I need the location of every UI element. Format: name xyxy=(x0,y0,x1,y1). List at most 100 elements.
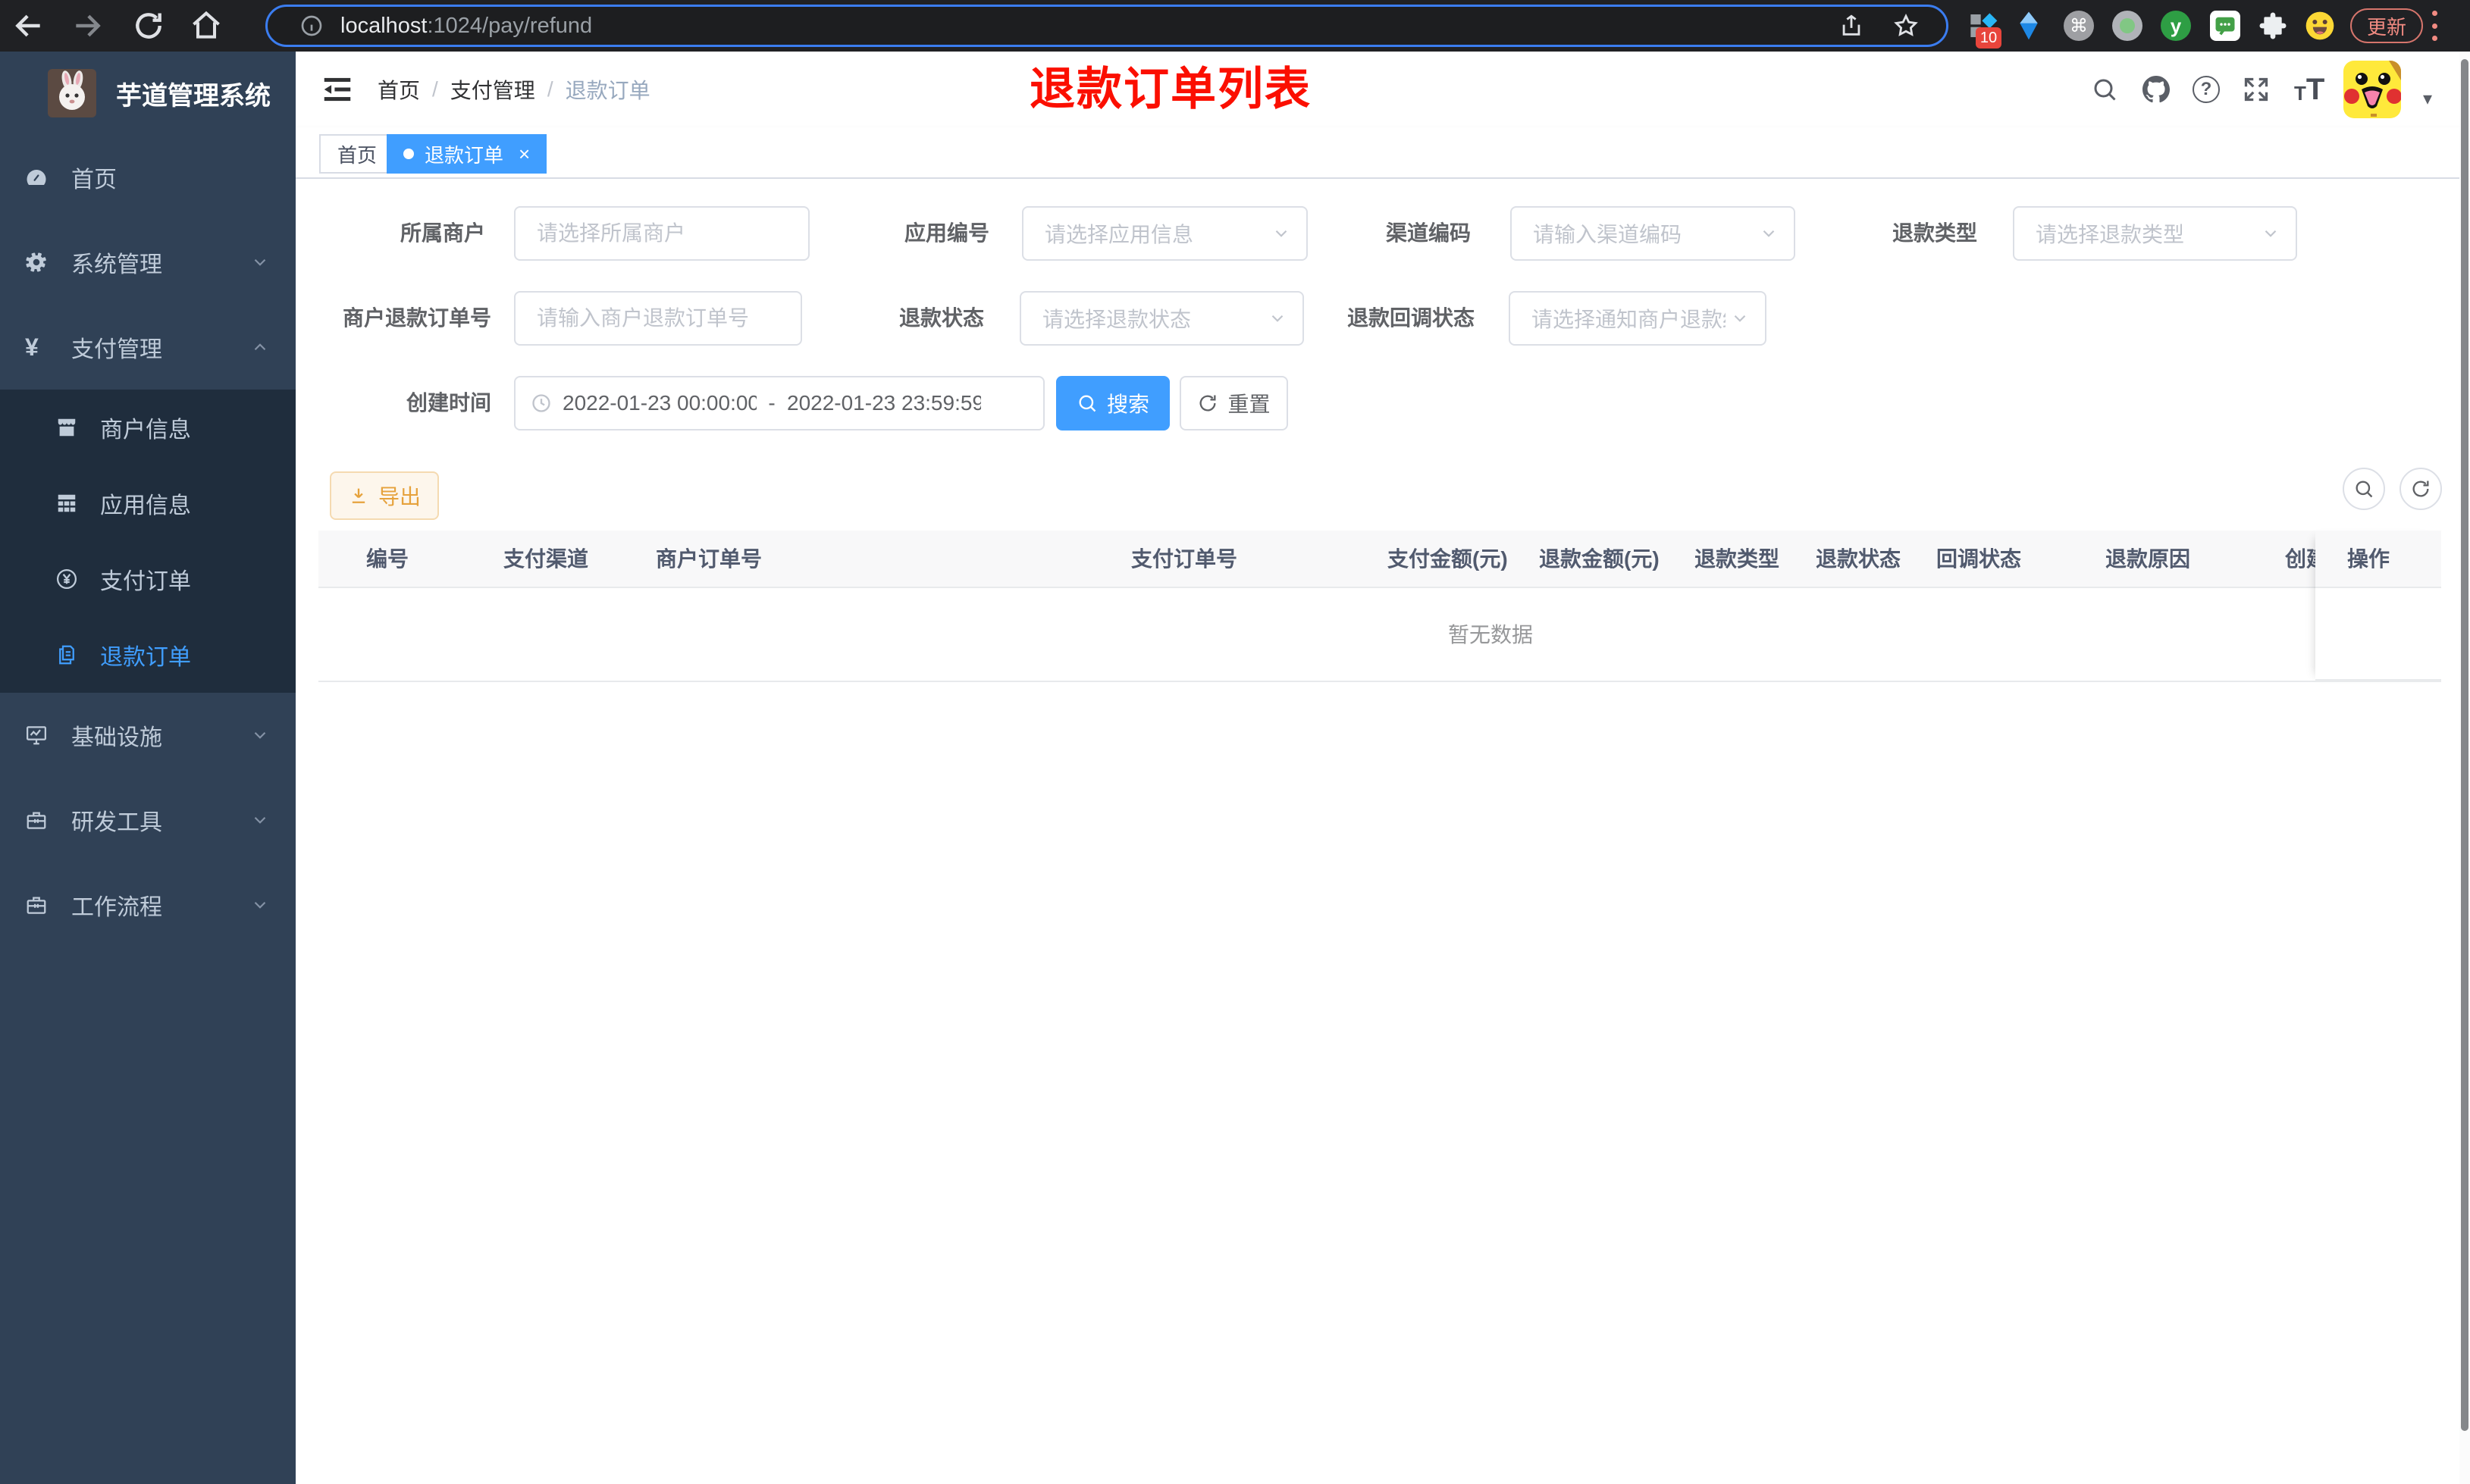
browser-toolbar: localhost:1024/pay/refund 10 ⌘ y 更新 xyxy=(0,0,2470,52)
help-icon[interactable]: ? xyxy=(2193,76,2220,103)
sidebar-item-system[interactable]: 系统管理 xyxy=(0,220,296,305)
refund-type-select[interactable]: 请选择退款类型 xyxy=(2013,206,2297,261)
search-icon xyxy=(2356,481,2373,498)
browser-home-button[interactable] xyxy=(190,9,223,42)
sidebar-item-infra[interactable]: 基础设施 xyxy=(0,693,296,778)
url-path: :1024/pay/refund xyxy=(427,13,593,38)
sidebar-item-app-info[interactable]: 应用信息 xyxy=(0,465,296,541)
chevron-down-icon xyxy=(250,895,270,915)
page-scrollbar[interactable] xyxy=(2459,52,2470,1484)
extension-tabs-badge[interactable]: 10 xyxy=(1968,11,2001,49)
dashboard-icon xyxy=(25,166,48,189)
home-icon xyxy=(193,11,220,39)
close-icon[interactable]: × xyxy=(519,142,530,166)
chevron-down-icon xyxy=(250,810,270,830)
show-search-toggle-button[interactable] xyxy=(2343,468,2385,510)
sidebar-item-refund-order[interactable]: 退款订单 xyxy=(0,617,296,693)
col-merchant-order-no: 商户订单号 xyxy=(656,547,763,571)
refund-status-select[interactable]: 请选择退款状态 xyxy=(1020,291,1304,346)
arrow-right-icon xyxy=(76,14,101,37)
label-create-time: 创建时间 xyxy=(406,391,491,415)
chevron-up-icon xyxy=(250,337,270,357)
notify-status-select[interactable]: 请选择通知商户退款结果的 xyxy=(1509,291,1766,346)
col-pay-channel: 支付渠道 xyxy=(503,547,589,571)
extension-command-icon[interactable]: ⌘ xyxy=(2064,11,2094,41)
browser-menu-icon[interactable] xyxy=(2429,11,2440,41)
sidebar: 芋道管理系统 首页 系统管理 ¥ 支付管理 商户信息 应用信息 支付订单 退款订… xyxy=(0,52,296,1484)
toolbox-icon xyxy=(25,809,48,831)
end-date-value[interactable]: 2022-01-23 23:59:59 xyxy=(787,391,981,415)
app-select[interactable]: 请选择应用信息 xyxy=(1022,206,1308,261)
site-info-icon[interactable] xyxy=(299,14,324,38)
extension-chat-icon[interactable] xyxy=(2210,11,2240,41)
download-icon xyxy=(348,485,369,506)
sidebar-item-merchant-info[interactable]: 商户信息 xyxy=(0,390,296,465)
caret-down-icon[interactable]: ▾ xyxy=(2423,88,2432,110)
browser-forward-button[interactable] xyxy=(71,9,104,42)
scrollbar-thumb[interactable] xyxy=(2461,59,2468,1431)
label-refund-status: 退款状态 xyxy=(898,306,984,330)
channel-select[interactable]: 请输入渠道编码 xyxy=(1510,206,1795,261)
label-merchant-refund-no: 商户退款订单号 xyxy=(342,306,491,330)
shop-icon xyxy=(55,416,78,439)
reset-button[interactable]: 重置 xyxy=(1180,376,1288,430)
tag-refund-order[interactable]: 退款订单 × xyxy=(387,134,547,174)
sidebar-item-pay-order[interactable]: 支付订单 xyxy=(0,541,296,617)
label-channel: 渠道编码 xyxy=(1385,221,1471,245)
breadcrumb-home[interactable]: 首页 xyxy=(378,74,420,105)
avatar[interactable] xyxy=(2343,61,2401,118)
search-button[interactable]: 搜索 xyxy=(1056,376,1170,430)
font-size-icon[interactable]: TT xyxy=(2294,74,2324,105)
arrow-left-icon xyxy=(15,14,40,37)
merchant-refund-no-input[interactable] xyxy=(514,291,802,346)
tags-view-bar: 首页 退款订单 × xyxy=(296,127,2470,179)
refresh-icon xyxy=(1197,393,1218,414)
extension-emoji-icon[interactable] xyxy=(2305,11,2335,41)
extension-record-icon[interactable] xyxy=(2112,11,2142,41)
fullscreen-icon[interactable] xyxy=(2243,76,2270,103)
merchant-input[interactable] xyxy=(514,206,810,261)
grid-table-icon xyxy=(55,492,78,515)
label-app: 应用编号 xyxy=(904,221,989,245)
breadcrumb-pay[interactable]: 支付管理 xyxy=(450,74,535,105)
fixed-action-column: 操作 xyxy=(2315,531,2441,682)
share-icon[interactable] xyxy=(1838,13,1864,39)
start-date-value[interactable]: 2022-01-23 00:00:00 xyxy=(563,391,757,415)
table-body: 暂无数据 xyxy=(318,588,2441,682)
sidebar-collapse-icon[interactable] xyxy=(320,72,355,107)
bookmark-star-icon[interactable] xyxy=(1893,13,1919,39)
refund-doc-icon xyxy=(55,643,78,666)
chevron-down-icon xyxy=(2261,224,2280,243)
sidebar-logo[interactable]: 芋道管理系统 xyxy=(0,52,296,135)
label-notify-status: 退款回调状态 xyxy=(1346,306,1475,330)
github-icon[interactable] xyxy=(2142,76,2170,103)
page-title: 退款订单列表 xyxy=(1030,64,1312,114)
browser-update-button[interactable]: 更新 xyxy=(2350,8,2423,43)
sidebar-item-pay[interactable]: ¥ 支付管理 xyxy=(0,305,296,390)
sidebar-item-workflow[interactable]: 工作流程 xyxy=(0,863,296,947)
chevron-down-icon xyxy=(1759,224,1779,243)
clock-icon xyxy=(531,393,552,414)
create-time-range-picker[interactable]: 2022-01-23 00:00:00 - 2022-01-23 23:59:5… xyxy=(514,376,1045,430)
sidebar-item-devtools[interactable]: 研发工具 xyxy=(0,778,296,863)
export-button[interactable]: 导出 xyxy=(330,471,439,520)
chevron-down-icon xyxy=(250,725,270,745)
col-refund-status: 退款状态 xyxy=(1816,547,1901,571)
extension-y-icon[interactable]: y xyxy=(2161,11,2191,41)
refresh-table-button[interactable] xyxy=(2399,468,2442,510)
url-host: localhost xyxy=(340,13,428,38)
tag-home[interactable]: 首页 xyxy=(319,134,396,174)
sidebar-item-home[interactable]: 首页 xyxy=(0,135,296,220)
browser-back-button[interactable] xyxy=(12,9,45,42)
browser-reload-button[interactable] xyxy=(132,9,165,42)
app-title: 芋道管理系统 xyxy=(116,81,271,111)
col-refund-amount: 退款金额(元) xyxy=(1539,547,1660,571)
col-id: 编号 xyxy=(366,547,409,571)
refund-table: 编号 支付渠道 商户订单号 支付订单号 支付金额(元) 退款金额(元) 退款类型… xyxy=(318,531,2441,684)
address-bar[interactable]: localhost:1024/pay/refund xyxy=(265,5,1948,47)
search-icon[interactable] xyxy=(2091,76,2118,103)
extension-puzzle-icon[interactable] xyxy=(2258,11,2288,41)
extension-kite-icon[interactable] xyxy=(2014,11,2044,41)
empty-text: 暂无数据 xyxy=(1448,623,1534,647)
gear-icon xyxy=(25,251,48,274)
